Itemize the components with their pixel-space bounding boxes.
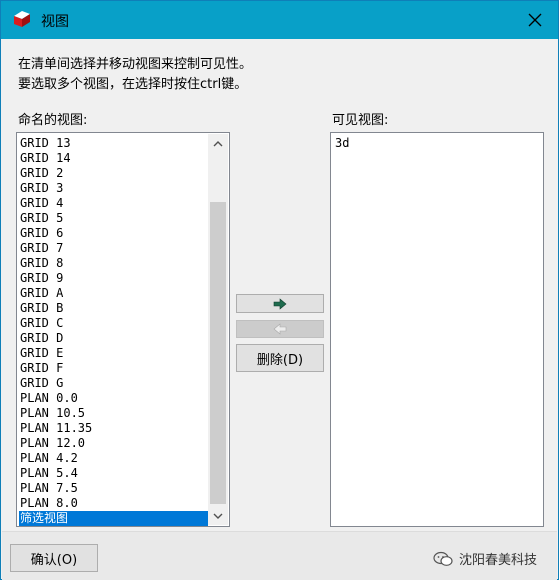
scroll-thumb[interactable] [210, 202, 226, 504]
named-view-item[interactable]: GRID 14 [19, 151, 208, 166]
named-view-item[interactable]: PLAN 11.35 [19, 421, 208, 436]
add-to-visible-button[interactable] [236, 294, 324, 313]
named-view-item[interactable]: PLAN 7.5 [19, 481, 208, 496]
arrow-right-icon [273, 297, 287, 310]
named-view-item[interactable]: GRID F [19, 361, 208, 376]
named-view-item[interactable]: GRID G [19, 376, 208, 391]
remove-from-visible-button[interactable] [236, 320, 324, 338]
close-icon [528, 13, 542, 27]
named-view-item[interactable]: GRID 8 [19, 256, 208, 271]
named-view-item[interactable]: PLAN 5.4 [19, 466, 208, 481]
chevron-up-icon [213, 140, 223, 146]
visible-views-items: 3d [334, 136, 349, 151]
title-bar: 视图 [1, 1, 558, 39]
arrow-left-icon [273, 323, 287, 335]
named-view-item[interactable]: PLAN 12.0 [19, 436, 208, 451]
named-view-item[interactable]: GRID D [19, 331, 208, 346]
named-views-scrollbar[interactable] [208, 134, 228, 525]
named-views-items: GRID 13 GRID 14 GRID 2 GRID 3 GRID 4 GRID 5 GR… [19, 136, 208, 526]
watermark-text: 沈阳春美科技 [459, 553, 538, 568]
named-view-item[interactable]: GRID 7 [19, 241, 208, 256]
named-view-item[interactable]: GRID 5 [19, 211, 208, 226]
named-view-item[interactable]: GRID C [19, 316, 208, 331]
named-view-item[interactable]: GRID 2 [19, 166, 208, 181]
scroll-down-button[interactable] [208, 507, 228, 525]
named-view-item[interactable]: PLAN 0.0 [19, 391, 208, 406]
views-dialog: 视图 在清单间选择并移动视图来控制可见性。 要选取多个视图，在选择时按住ctrl… [0, 0, 559, 580]
ok-button[interactable]: 确认(O) [10, 544, 98, 572]
instructions: 在清单间选择并移动视图来控制可见性。 要选取多个视图，在选择时按住ctrl键。 [18, 55, 252, 95]
delete-button[interactable]: 删除(D) [236, 344, 324, 372]
named-view-item[interactable]: PLAN 8.0 [19, 496, 208, 511]
wechat-icon [433, 551, 453, 566]
watermark: 沈阳春美科技 [433, 549, 537, 568]
named-view-item[interactable]: 筛选视图 [19, 511, 208, 526]
app-logo-icon [14, 11, 30, 27]
chevron-down-icon [213, 513, 223, 519]
named-views-listbox[interactable]: GRID 13 GRID 14 GRID 2 GRID 3 GRID 4 GRID 5 GR… [16, 132, 230, 527]
instruction-line-1: 在清单间选择并移动视图来控制可见性。 [18, 57, 253, 72]
named-view-item[interactable]: GRID 6 [19, 226, 208, 241]
instruction-line-2: 要选取多个视图，在选择时按住ctrl键。 [18, 77, 248, 92]
named-view-item[interactable]: GRID A [19, 286, 208, 301]
visible-view-item[interactable]: 3d [334, 136, 349, 151]
named-view-item[interactable]: GRID 13 [19, 136, 208, 151]
visible-views-label: 可见视图: [332, 113, 389, 128]
window-title: 视图 [41, 14, 69, 30]
close-button[interactable] [522, 7, 548, 33]
named-view-item[interactable]: GRID 9 [19, 271, 208, 286]
named-view-item[interactable]: GRID B [19, 301, 208, 316]
named-view-item[interactable]: GRID 3 [19, 181, 208, 196]
visible-views-listbox[interactable]: 3d [330, 132, 544, 527]
named-view-item[interactable]: GRID E [19, 346, 208, 361]
named-views-label: 命名的视图: [18, 113, 88, 128]
named-view-item[interactable]: GRID 4 [19, 196, 208, 211]
scroll-up-button[interactable] [208, 134, 228, 152]
named-view-item[interactable]: PLAN 4.2 [19, 451, 208, 466]
named-view-item[interactable]: PLAN 10.5 [19, 406, 208, 421]
